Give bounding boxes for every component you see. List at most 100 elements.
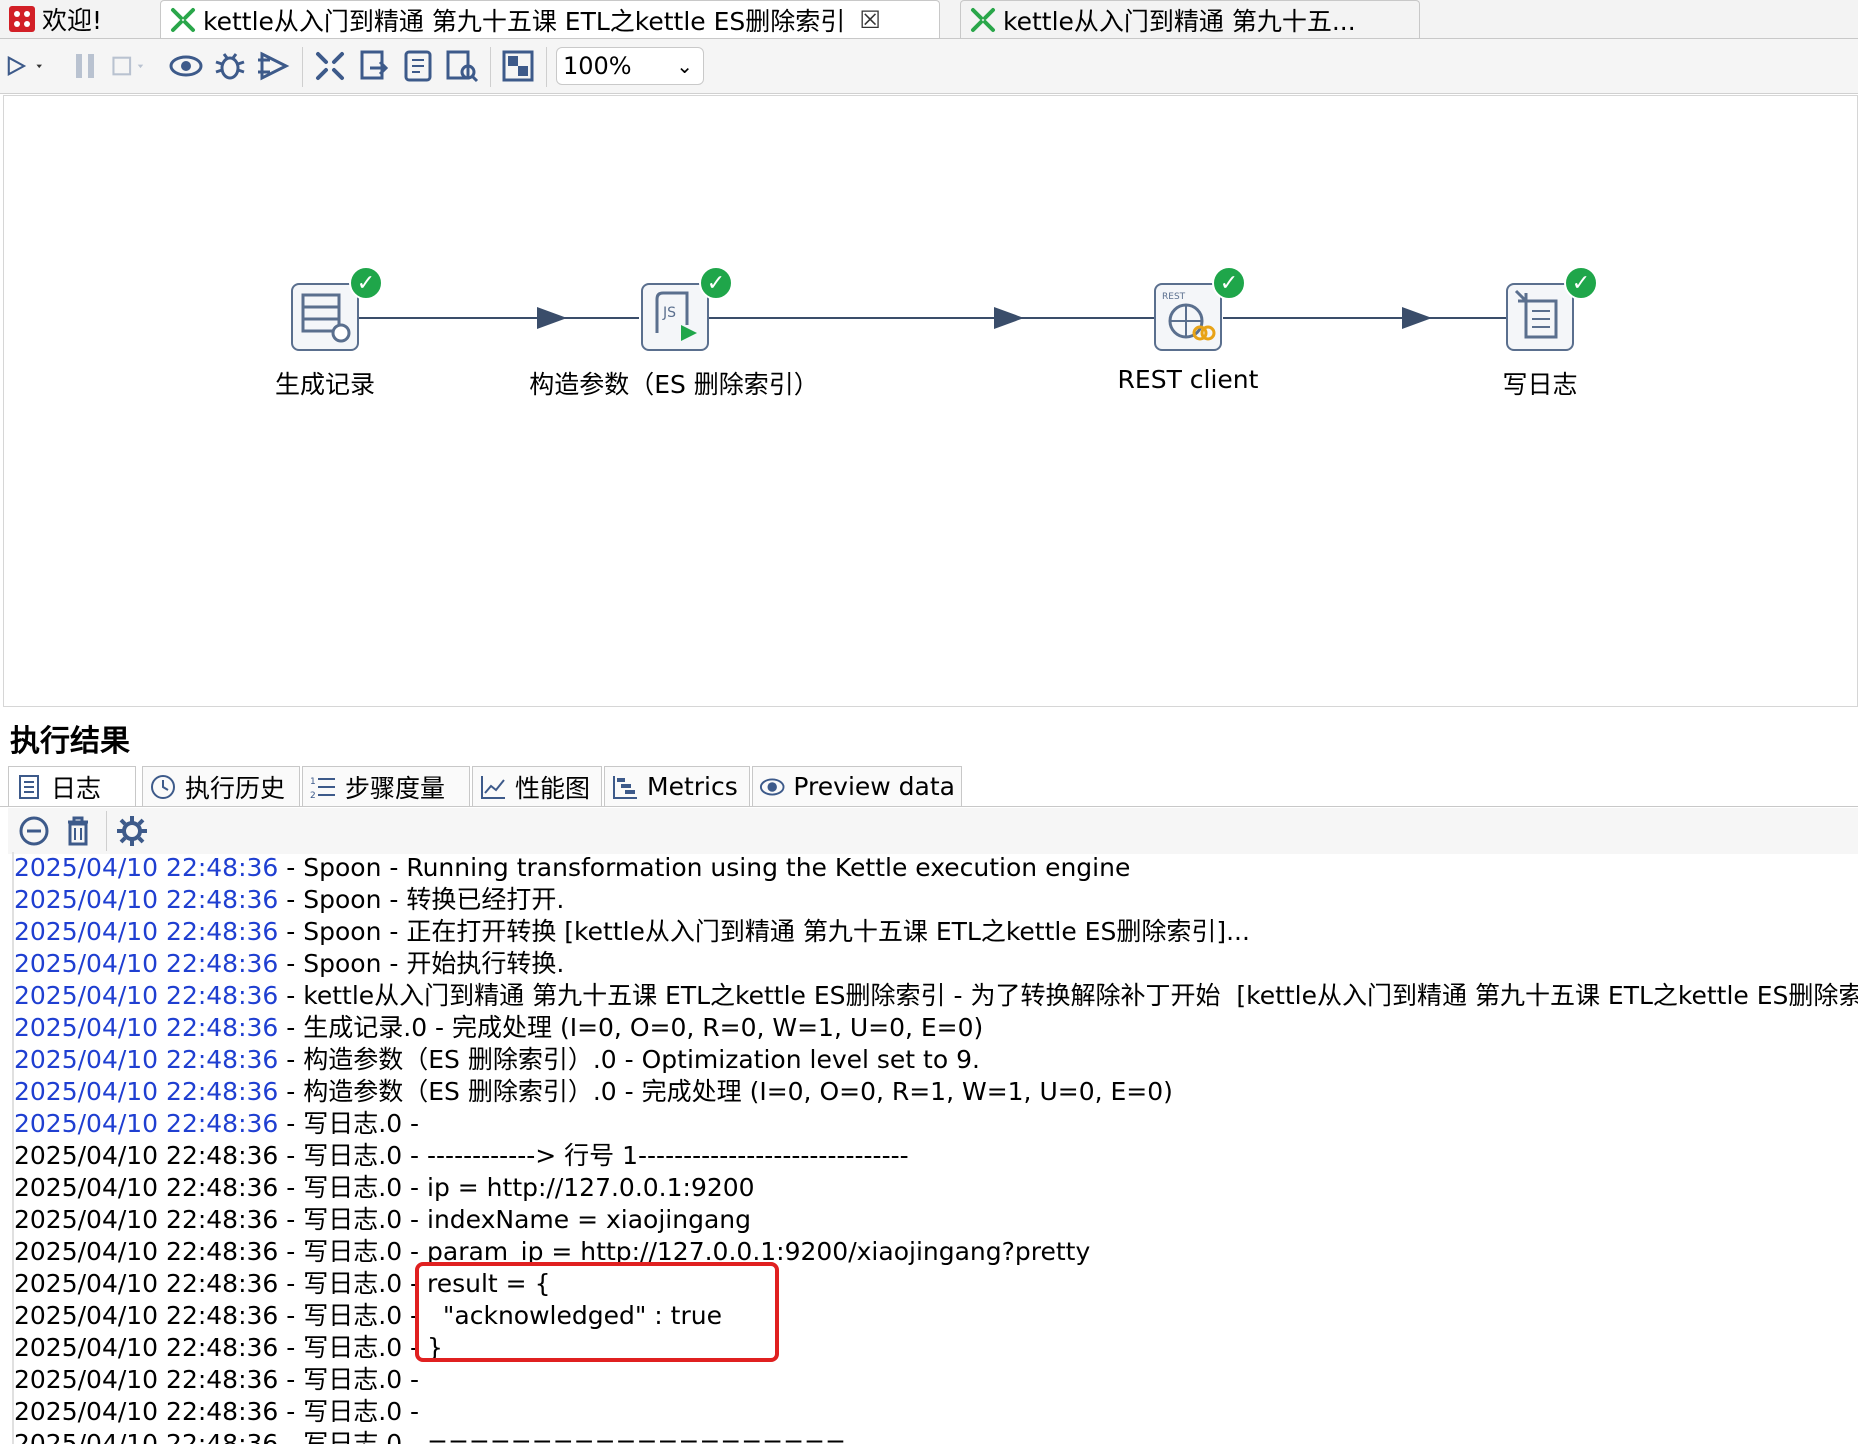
kettle-logo-icon: [9, 6, 35, 32]
hop-line[interactable]: [359, 317, 639, 319]
toolbar-separator: [546, 47, 547, 87]
preview-icon: [169, 55, 203, 77]
pause-button[interactable]: [68, 48, 104, 84]
step-rest-client[interactable]: REST: [1154, 283, 1222, 351]
svg-text:2: 2: [310, 791, 316, 801]
tab-log[interactable]: 日志: [8, 766, 136, 806]
show-results-button[interactable]: [500, 48, 536, 84]
debug-button[interactable]: [212, 48, 248, 84]
hop-line[interactable]: [1223, 317, 1510, 319]
tab-transformation-2[interactable]: kettle从入门到精通 第九十五...: [960, 0, 1420, 38]
log-message: - Spoon - 转换已经打开.: [278, 885, 565, 914]
sql-icon: [404, 50, 432, 82]
step-write-log[interactable]: [1506, 283, 1574, 351]
execution-results-title: 执行结果: [10, 724, 130, 759]
log-message: - kettle从入门到精通 第九十五课 ETL之kettle ES删除索引 -…: [278, 981, 1858, 1010]
show-results-icon: [502, 50, 534, 82]
log-line: 2025/04/10 22:48:36 - 写日志.0 - ip = http:…: [14, 1172, 1858, 1204]
log-timestamp: 2025/04/10 22:48:36: [14, 1109, 279, 1138]
log-line: 2025/04/10 22:48:36 - Spoon - 正在打开转换 [ke…: [14, 916, 1858, 948]
svg-text:1: 1: [310, 777, 316, 787]
log-line: 2025/04/10 22:48:36 - 构造参数（ES 删除索引）.0 - …: [14, 1076, 1858, 1108]
impact-icon: [360, 50, 389, 80]
tab-transformation-active[interactable]: kettle从入门到精通 第九十五课 ETL之kettle ES删除索引 ☒: [160, 0, 940, 38]
zoom-select[interactable]: 100% ⌄: [556, 47, 704, 85]
log-line: 2025/04/10 22:48:36 - Spoon - 开始执行转换.: [14, 948, 1858, 980]
hop-arrow: [994, 307, 1024, 329]
log-message: - Spoon - 开始执行转换.: [278, 949, 565, 978]
debug-icon: [215, 53, 245, 80]
tab-performance-graph[interactable]: 性能图: [472, 766, 602, 806]
toolbar-separator: [106, 811, 107, 851]
log-message: - 写日志.0 -: [278, 1397, 428, 1426]
svg-text:REST: REST: [1162, 292, 1186, 302]
log-message: - Spoon - 正在打开转换 [kettle从入门到精通 第九十五课 ETL…: [278, 917, 1250, 946]
log-message: - 生成记录.0 - 完成处理 (I=0, O=0, R=0, W=1, U=0…: [278, 1013, 984, 1042]
stop-icon: [112, 56, 144, 76]
eye-icon: [759, 778, 785, 795]
step-build-params[interactable]: JS: [641, 283, 709, 351]
toolbar-separator: [302, 47, 303, 87]
log-line: 2025/04/10 22:48:36 - 写日志.0 - ----------…: [14, 1140, 1858, 1172]
annotation-highlight-box: [415, 1262, 779, 1362]
log-timestamp: 2025/04/10 22:48:36: [14, 1205, 279, 1234]
success-check-icon: ✓: [699, 266, 733, 300]
log-line: 2025/04/10 22:48:36 - 写日志.0 - "acknowled…: [14, 1300, 1858, 1332]
clear-log-button[interactable]: [16, 813, 52, 849]
svg-text:JS: JS: [662, 305, 676, 321]
gantt-icon: [613, 775, 637, 799]
results-tab-bar: 日志 执行历史 12 步骤度量 性能图 Metrics Preview data: [0, 764, 1858, 807]
tab-step-metrics[interactable]: 12 步骤度量: [302, 766, 470, 806]
run-icon: [7, 55, 42, 77]
chevron-down-icon: ⌄: [676, 54, 693, 78]
log-output[interactable]: 2025/04/10 22:48:36 - Spoon - Running tr…: [12, 852, 1858, 1444]
impact-button[interactable]: [356, 48, 392, 84]
tab-metrics[interactable]: Metrics: [604, 766, 750, 806]
tab-label: Preview data: [793, 772, 955, 801]
tab-preview-data[interactable]: Preview data: [752, 766, 962, 806]
success-check-icon: ✓: [1212, 266, 1246, 300]
close-tab-icon[interactable]: ☒: [859, 6, 881, 34]
log-timestamp: 2025/04/10 22:48:36: [14, 1429, 279, 1444]
log-settings-button[interactable]: [114, 813, 150, 849]
hop-line[interactable]: [709, 317, 1156, 319]
run-button[interactable]: [6, 48, 58, 84]
list-numbered-icon: 12: [310, 777, 335, 801]
log-line: 2025/04/10 22:48:36 - 构造参数（ES 删除索引）.0 - …: [14, 1044, 1858, 1076]
log-timestamp: 2025/04/10 22:48:36: [14, 1045, 279, 1074]
preview-button[interactable]: [168, 48, 204, 84]
log-message: - 写日志.0 -: [278, 1109, 428, 1138]
zoom-value: 100%: [563, 52, 632, 80]
tab-welcome[interactable]: 欢迎!: [0, 0, 158, 38]
verify-button[interactable]: [312, 48, 348, 84]
log-line: 2025/04/10 22:48:36 - 写日志.0 - param_ip =…: [14, 1236, 1858, 1268]
clock-icon: [151, 774, 175, 799]
log-timestamp: 2025/04/10 22:48:36: [14, 981, 279, 1010]
log-timestamp: 2025/04/10 22:48:36: [14, 1365, 279, 1394]
transformation-canvas[interactable]: ✓ 生成记录 JS ✓ 构造参数（ES 删除索引） REST ✓ REST cl…: [3, 95, 1858, 707]
log-timestamp: 2025/04/10 22:48:36: [14, 949, 279, 978]
log-timestamp: 2025/04/10 22:48:36: [14, 917, 279, 946]
delete-log-button[interactable]: [60, 813, 96, 849]
success-check-icon: ✓: [1564, 266, 1598, 300]
tab-label: 执行历史: [185, 773, 286, 803]
sql-button[interactable]: [400, 48, 436, 84]
log-line: 2025/04/10 22:48:36 - 写日志.0 - ==========…: [14, 1428, 1858, 1444]
log-line: 2025/04/10 22:48:36 - 写日志.0 - indexName …: [14, 1204, 1858, 1236]
log-line: 2025/04/10 22:48:36 - Spoon - Running tr…: [14, 852, 1858, 884]
tab-execution-history[interactable]: 执行历史: [142, 766, 300, 806]
step-label: 生成记录: [274, 370, 375, 399]
replay-icon: [258, 51, 290, 81]
log-timestamp: 2025/04/10 22:48:36: [14, 853, 279, 882]
tab-label: kettle从入门到精通 第九十五课 ETL之kettle ES删除索引: [203, 6, 846, 36]
explore-db-icon: [446, 50, 479, 83]
step-generate-rows[interactable]: [291, 283, 359, 351]
log-timestamp: 2025/04/10 22:48:36: [14, 1013, 279, 1042]
stop-button[interactable]: [110, 48, 162, 84]
log-timestamp: 2025/04/10 22:48:36: [14, 1141, 279, 1170]
log-message: - 写日志.0 - ip = http://127.0.0.1:9200: [278, 1173, 755, 1202]
replay-button[interactable]: [256, 48, 292, 84]
trash-icon: [68, 816, 88, 846]
log-message: - 写日志.0 -: [278, 1365, 428, 1394]
explore-db-button[interactable]: [444, 48, 480, 84]
